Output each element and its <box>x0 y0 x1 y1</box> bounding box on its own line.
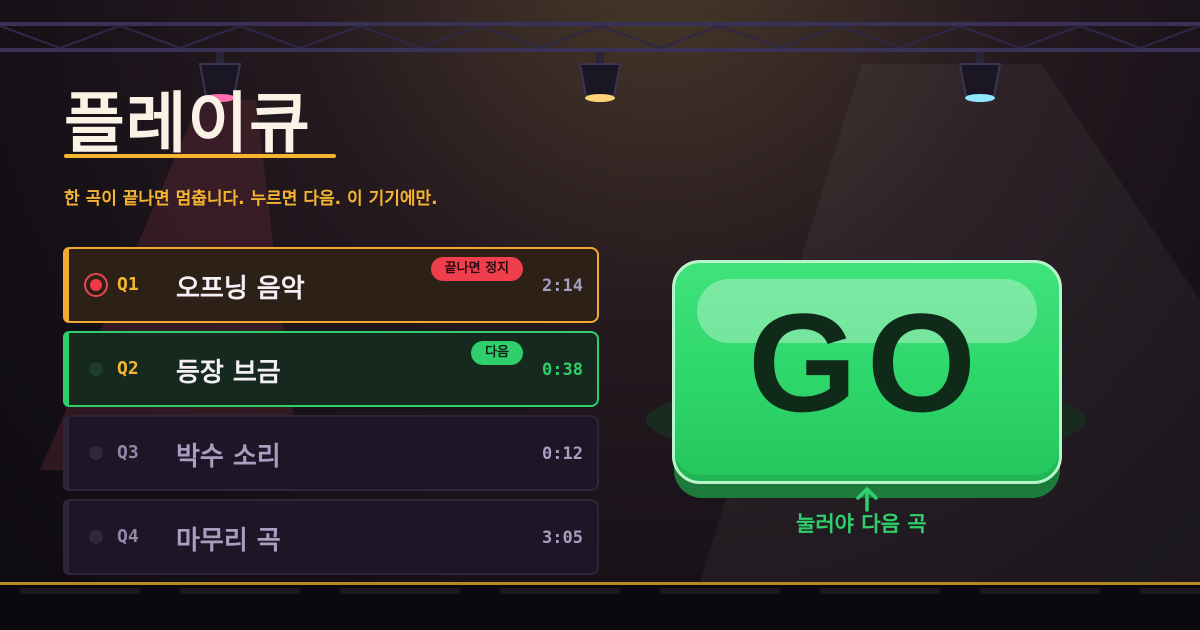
page-title: 플레이큐 <box>64 85 311 162</box>
song-duration: 0:12 <box>542 444 583 464</box>
queue-number: Q4 <box>117 526 139 547</box>
queue-number: Q1 <box>117 274 139 295</box>
song-duration: 0:38 <box>542 360 583 380</box>
queue-number: Q2 <box>117 358 139 379</box>
song-title: 마무리 곡 <box>176 526 281 556</box>
song-title: 등장 브금 <box>176 358 281 388</box>
queue-number: Q3 <box>117 442 139 463</box>
status-dot-icon <box>89 530 103 544</box>
song-duration: 2:14 <box>542 276 583 296</box>
status-dot-icon <box>89 362 103 376</box>
song-duration: 3:05 <box>542 528 583 548</box>
record-dot-icon <box>84 273 108 297</box>
spotlight-icon <box>578 52 622 104</box>
floor-lights <box>0 588 1200 596</box>
title-underline <box>64 154 336 158</box>
stop-after-badge: 끝나면 정지 <box>430 257 523 281</box>
queue-item-q3[interactable]: Q3 박수 소리 0:12 <box>63 415 599 491</box>
queue-item-q2[interactable]: Q2 등장 브금 다음 0:38 <box>63 331 599 407</box>
go-button-label: GO <box>748 284 986 441</box>
go-hint-text: 눌러야 다음 곡 <box>796 512 927 536</box>
spotlight-icon <box>958 52 1002 104</box>
queue-item-q1[interactable]: Q1 오프닝 음악 끝나면 정지 2:14 <box>63 247 599 323</box>
next-badge: 다음 <box>471 341 523 365</box>
song-title: 오프닝 음악 <box>176 274 305 304</box>
play-queue: Q1 오프닝 음악 끝나면 정지 2:14 Q2 등장 브금 다음 0:38 Q… <box>63 247 599 583</box>
song-title: 박수 소리 <box>176 442 281 472</box>
go-button[interactable]: GO <box>672 260 1062 484</box>
queue-item-q4[interactable]: Q4 마무리 곡 3:05 <box>63 499 599 575</box>
status-dot-icon <box>89 446 103 460</box>
page-subtitle: 한 곡이 끝나면 멈춥니다. 누르면 다음. 이 기기에만. <box>64 189 438 209</box>
